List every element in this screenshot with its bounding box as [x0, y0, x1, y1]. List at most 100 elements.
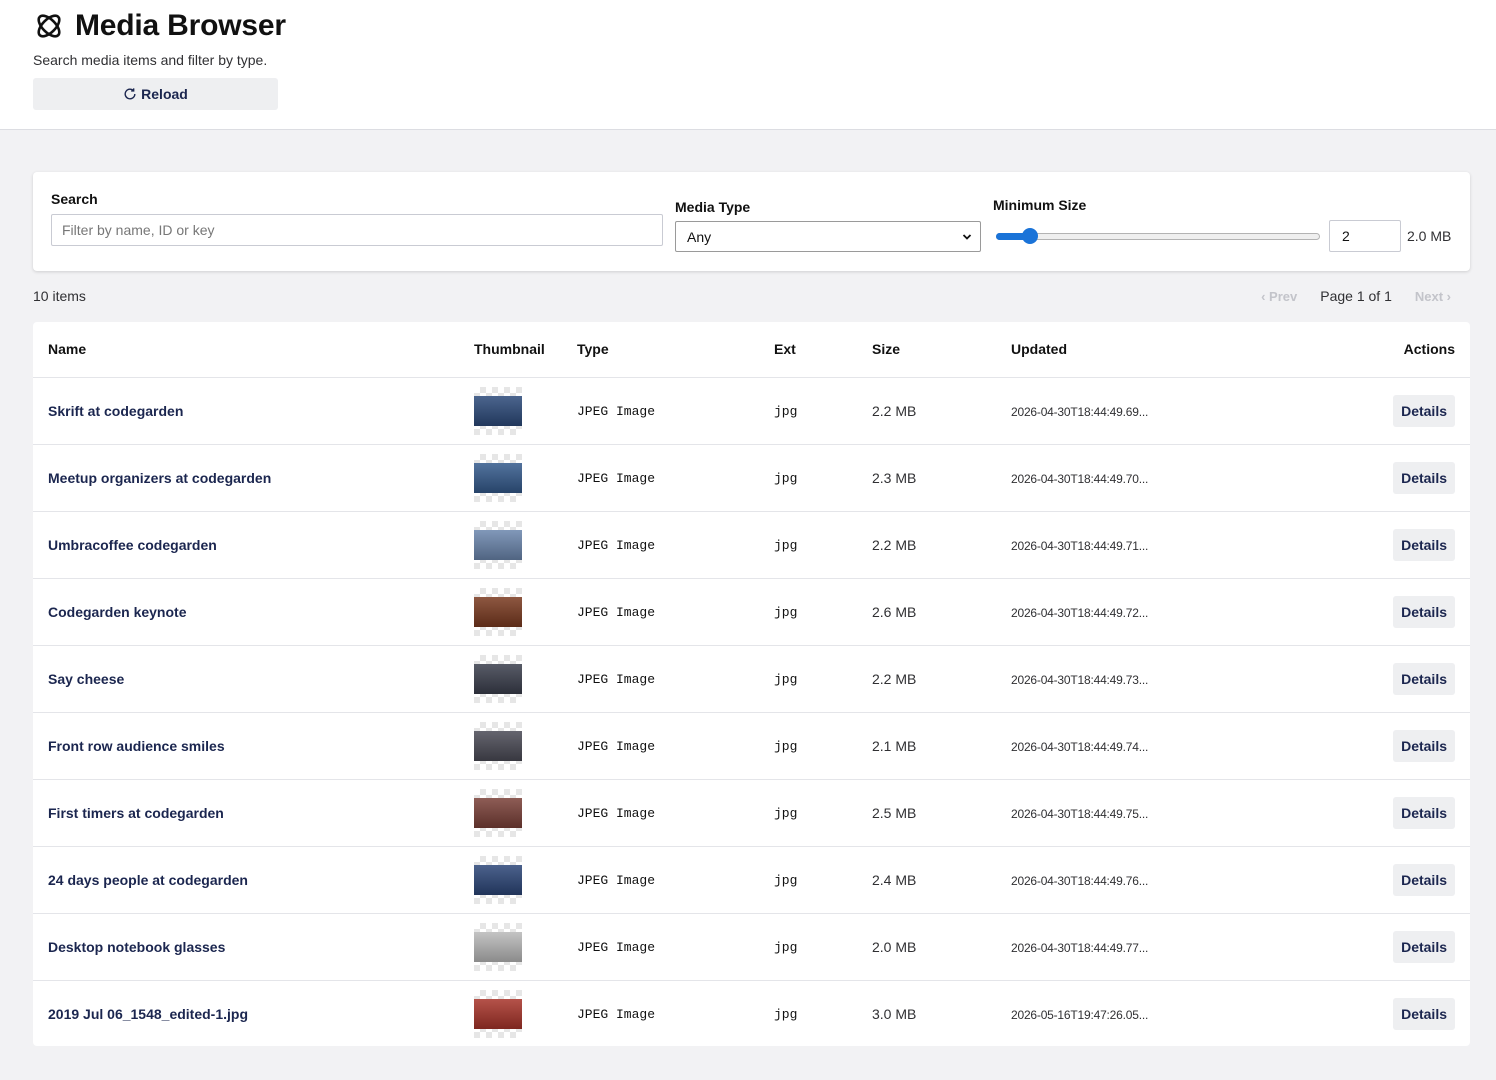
- media-ext-text: jpg: [774, 605, 798, 620]
- cell-ext: jpg: [774, 444, 872, 512]
- media-thumbnail[interactable]: [474, 721, 522, 770]
- table-row: 24 days people at codegarden JPEG Image jp…: [33, 846, 1470, 914]
- media-thumbnail[interactable]: [474, 386, 522, 435]
- details-button[interactable]: Details: [1393, 461, 1455, 494]
- media-name-link[interactable]: Codegarden keynote: [48, 604, 186, 620]
- media-name-link[interactable]: Meetup organizers at codegarden: [48, 470, 271, 486]
- cell-ext: jpg: [774, 779, 872, 847]
- cell-ext: jpg: [774, 846, 872, 914]
- details-button[interactable]: Details: [1393, 729, 1455, 762]
- minimum-size-group: Minimum Size 2.0 MB: [993, 197, 1451, 252]
- column-header-updated[interactable]: Updated: [1011, 322, 1261, 378]
- media-thumbnail[interactable]: [474, 788, 522, 837]
- media-type-text: JPEG Image: [577, 605, 656, 620]
- media-name-link[interactable]: Say cheese: [48, 671, 124, 687]
- cell-type: JPEG Image: [577, 645, 774, 713]
- media-thumbnail[interactable]: [474, 453, 522, 502]
- chevron-down-icon: [962, 234, 972, 240]
- prev-page-button[interactable]: ‹ Prev: [1261, 289, 1297, 304]
- item-count: 10 items: [33, 288, 86, 304]
- cell-thumbnail: [474, 511, 577, 579]
- page-title: Media Browser: [75, 9, 286, 42]
- column-header-size[interactable]: Size: [872, 322, 1011, 378]
- column-header-ext[interactable]: Ext: [774, 322, 872, 378]
- minimum-size-input[interactable]: [1329, 220, 1401, 252]
- cell-type: JPEG Image: [577, 511, 774, 579]
- media-thumbnail[interactable]: [474, 654, 522, 703]
- table-row: Say cheese JPEG Image jpg 2.2 MB 2026-04-30T…: [33, 645, 1470, 713]
- details-button[interactable]: Details: [1393, 394, 1455, 427]
- slider-track: [996, 233, 1320, 240]
- table-row: 2019 Jul 06_1548_edited-1.jpg JPEG Image j…: [33, 980, 1470, 1047]
- cell-ext: jpg: [774, 578, 872, 646]
- cell-type: JPEG Image: [577, 578, 774, 646]
- next-page-button[interactable]: Next ›: [1415, 289, 1451, 304]
- media-size-text: 2.0 MB: [872, 938, 917, 955]
- table-row: Front row audience smiles JPEG Image jpg 2.…: [33, 712, 1470, 780]
- media-thumbnail[interactable]: [474, 855, 522, 904]
- media-thumbnail[interactable]: [474, 989, 522, 1038]
- filter-panel: Search Media Type Any Minimum Size 2.0 M…: [33, 172, 1470, 271]
- cell-size: 2.2 MB: [872, 377, 1011, 445]
- media-size-text: 2.2 MB: [872, 536, 917, 553]
- cell-size: 2.5 MB: [872, 779, 1011, 847]
- thumbnail-image: [474, 596, 522, 627]
- cell-ext: jpg: [774, 511, 872, 579]
- media-thumbnail[interactable]: [474, 587, 522, 636]
- cell-actions: Details: [1261, 779, 1470, 847]
- cell-thumbnail: [474, 578, 577, 646]
- details-button[interactable]: Details: [1393, 930, 1455, 963]
- media-type-text: JPEG Image: [577, 1007, 656, 1023]
- media-ext-text: jpg: [774, 739, 798, 754]
- minimum-size-readout: 2.0 MB: [1407, 228, 1452, 244]
- search-input[interactable]: [51, 214, 663, 246]
- reload-button[interactable]: Reload: [33, 78, 278, 110]
- cell-name: Desktop notebook glasses: [33, 913, 474, 981]
- media-thumbnail[interactable]: [474, 922, 522, 971]
- cell-thumbnail: [474, 779, 577, 847]
- media-name-link[interactable]: 2019 Jul 06_1548_edited-1.jpg: [48, 1006, 248, 1022]
- media-updated-text: 2026-04-30T18:44:49.72...: [1011, 605, 1149, 620]
- media-thumbnail[interactable]: [474, 520, 522, 569]
- cell-thumbnail: [474, 980, 577, 1047]
- pagination: ‹ Prev Page 1 of 1 Next ›: [1261, 288, 1451, 304]
- search-group: Search: [51, 191, 663, 246]
- media-name-link[interactable]: First timers at codegarden: [48, 805, 224, 821]
- cell-actions: Details: [1261, 846, 1470, 914]
- cell-name: Meetup organizers at codegarden: [33, 444, 474, 512]
- media-name-link[interactable]: Front row audience smiles: [48, 738, 225, 754]
- thumbnail-image: [474, 462, 522, 493]
- media-updated-text: 2026-04-30T18:44:49.75...: [1011, 806, 1149, 821]
- media-name-link[interactable]: 24 days people at codegarden: [48, 872, 248, 888]
- column-header-name[interactable]: Name: [33, 322, 474, 378]
- page-header: Media Browser Search media items and fil…: [0, 0, 1496, 130]
- thumbnail-image: [474, 998, 522, 1029]
- table-body: Skrift at codegarden JPEG Image jpg 2.2 MB 2…: [33, 377, 1470, 1047]
- minimum-size-slider[interactable]: [993, 228, 1324, 244]
- cell-actions: Details: [1261, 444, 1470, 512]
- column-header-thumbnail: Thumbnail: [474, 322, 577, 378]
- details-button[interactable]: Details: [1393, 863, 1455, 896]
- cell-name: Umbracoffee codegarden: [33, 511, 474, 579]
- slider-handle[interactable]: [1021, 228, 1038, 244]
- media-updated-text: 2026-04-30T18:44:49.74...: [1011, 739, 1149, 754]
- media-type-select[interactable]: Any: [675, 221, 981, 252]
- results-summary: 10 items ‹ Prev Page 1 of 1 Next ›: [33, 286, 1470, 306]
- media-name-link[interactable]: Umbracoffee codegarden: [48, 537, 217, 553]
- media-name-link[interactable]: Skrift at codegarden: [48, 403, 183, 419]
- details-button[interactable]: Details: [1393, 595, 1455, 628]
- details-button[interactable]: Details: [1393, 796, 1455, 829]
- details-button[interactable]: Details: [1393, 997, 1455, 1030]
- details-button[interactable]: Details: [1393, 528, 1455, 561]
- cell-size: 3.0 MB: [872, 980, 1011, 1047]
- cell-ext: jpg: [774, 980, 872, 1047]
- cell-size: 2.4 MB: [872, 846, 1011, 914]
- table-row: Umbracoffee codegarden JPEG Image jpg 2.2 M…: [33, 511, 1470, 579]
- cell-actions: Details: [1261, 712, 1470, 780]
- media-type-text: JPEG Image: [577, 806, 656, 821]
- table-row: Codegarden keynote JPEG Image jpg 2.6 MB 202…: [33, 578, 1470, 646]
- column-header-type[interactable]: Type: [577, 322, 774, 378]
- media-name-link[interactable]: Desktop notebook glasses: [48, 939, 225, 955]
- media-size-text: 2.2 MB: [872, 402, 917, 419]
- details-button[interactable]: Details: [1393, 662, 1455, 695]
